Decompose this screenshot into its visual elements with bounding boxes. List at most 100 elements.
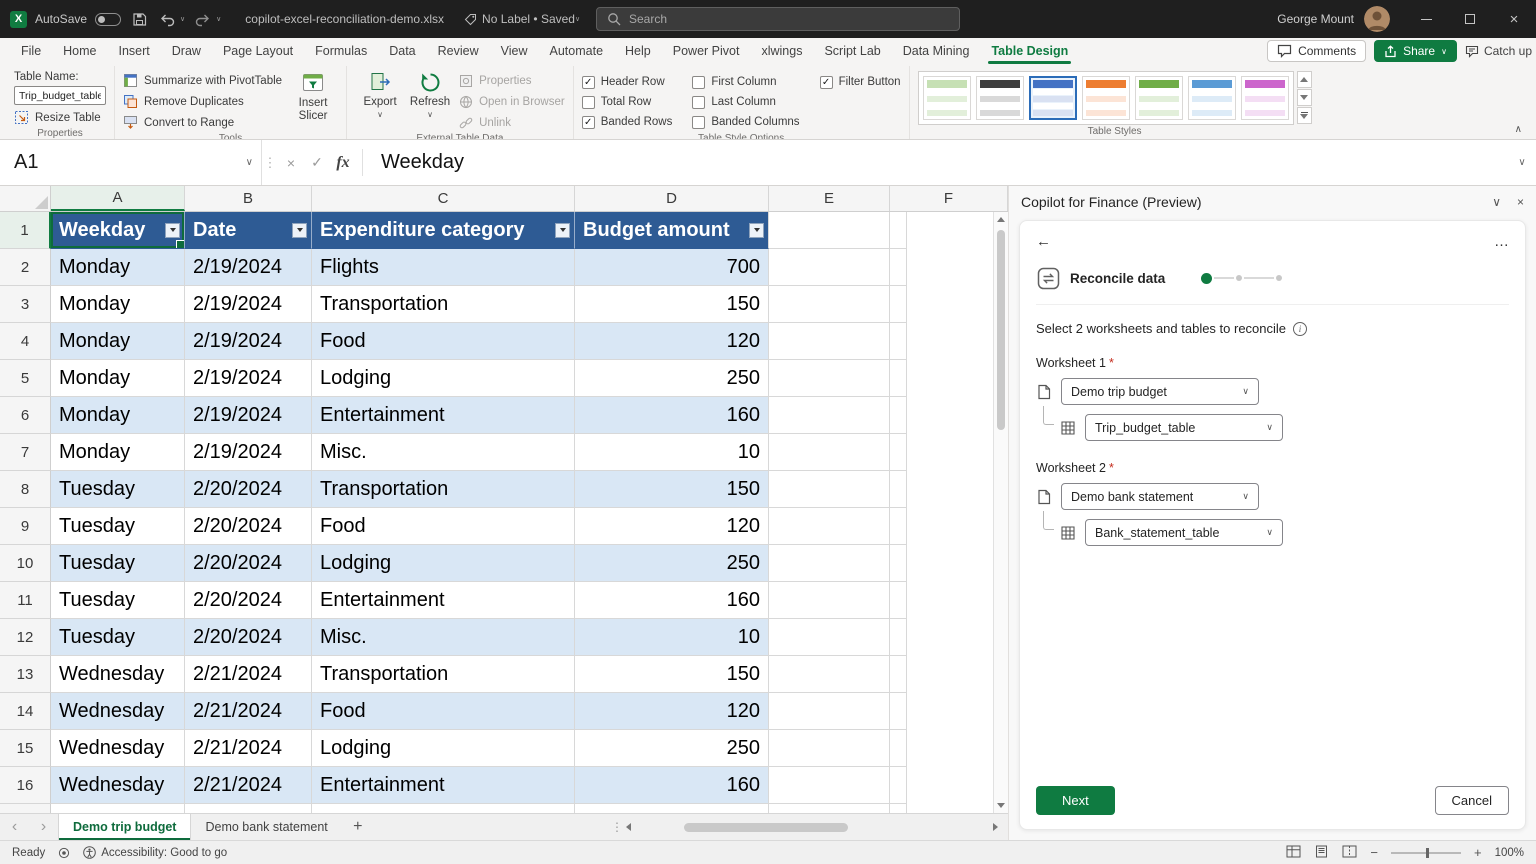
sheet-tab-demo-bank-statement[interactable]: Demo bank statement	[191, 814, 341, 840]
cell-E15[interactable]	[769, 730, 890, 767]
cell-E17[interactable]	[769, 804, 890, 813]
filter-button-date[interactable]	[292, 223, 307, 238]
ribbon-tab-table-design[interactable]: Table Design	[980, 38, 1079, 64]
cell-C3[interactable]: Transportation	[312, 286, 575, 323]
cell-D14[interactable]: 120	[575, 693, 769, 730]
cell-D16[interactable]: 160	[575, 767, 769, 804]
cell-A11[interactable]: Tuesday	[51, 582, 185, 619]
cell-B14[interactable]: 2/21/2024	[185, 693, 312, 730]
column-header-E[interactable]: E	[769, 186, 890, 211]
cell-A5[interactable]: Monday	[51, 360, 185, 397]
cell-B6[interactable]: 2/19/2024	[185, 397, 312, 434]
cell-B3[interactable]: 2/19/2024	[185, 286, 312, 323]
restore-button[interactable]	[1448, 0, 1492, 38]
cell-B13[interactable]: 2/21/2024	[185, 656, 312, 693]
info-icon[interactable]: i	[1293, 322, 1307, 336]
cell-A2[interactable]: Monday	[51, 249, 185, 286]
filter-button-budget-amount[interactable]	[749, 223, 764, 238]
cell-A4[interactable]: Monday	[51, 323, 185, 360]
catch-up-button[interactable]: Catch up	[1465, 44, 1532, 58]
vertical-scrollbar[interactable]	[993, 212, 1008, 813]
cell-D7[interactable]: 10	[575, 434, 769, 471]
cell-C6[interactable]: Entertainment	[312, 397, 575, 434]
cell-F1[interactable]	[890, 212, 907, 249]
ribbon-tab-data[interactable]: Data	[378, 38, 426, 64]
horizontal-scroll-track[interactable]	[634, 823, 990, 832]
cell-B9[interactable]: 2/20/2024	[185, 508, 312, 545]
redo-caret-icon[interactable]: ∨	[216, 15, 221, 23]
table-style-dark-gray[interactable]	[976, 76, 1024, 120]
style-option-banded-columns[interactable]: Banded Columns	[692, 112, 799, 132]
macro-record-icon[interactable]	[58, 847, 70, 859]
cell-A14[interactable]: Wednesday	[51, 693, 185, 730]
summarize-pivottable-button[interactable]: Summarize with PivotTable	[123, 71, 282, 90]
cell-F11[interactable]	[890, 582, 907, 619]
export-button[interactable]: Export ∨	[355, 68, 405, 132]
style-option-total-row[interactable]: Total Row	[582, 92, 673, 112]
cell-E3[interactable]	[769, 286, 890, 323]
cell-E12[interactable]	[769, 619, 890, 656]
undo-icon[interactable]	[157, 12, 177, 27]
table-header-weekday[interactable]: Weekday	[51, 212, 185, 249]
cell-B4[interactable]: 2/19/2024	[185, 323, 312, 360]
collapse-panel-icon[interactable]: ∨	[1492, 195, 1501, 209]
cell-E8[interactable]	[769, 471, 890, 508]
cell-F15[interactable]	[890, 730, 907, 767]
ribbon-tab-help[interactable]: Help	[614, 38, 662, 64]
convert-to-range-button[interactable]: Convert to Range	[123, 113, 282, 132]
table-style-light-blue[interactable]	[1188, 76, 1236, 120]
cell-F8[interactable]	[890, 471, 907, 508]
ribbon-tab-home[interactable]: Home	[52, 38, 107, 64]
remove-duplicates-button[interactable]: Remove Duplicates	[123, 92, 282, 111]
filter-button-weekday[interactable]	[165, 223, 180, 238]
search-input[interactable]: Search	[596, 7, 960, 31]
cell-E13[interactable]	[769, 656, 890, 693]
vertical-scroll-thumb[interactable]	[997, 230, 1005, 430]
cell-C8[interactable]: Transportation	[312, 471, 575, 508]
cell-B16[interactable]: 2/21/2024	[185, 767, 312, 804]
select-all-corner[interactable]	[0, 186, 51, 211]
column-header-F[interactable]: F	[890, 186, 1008, 211]
autosave-toggle[interactable]	[95, 13, 121, 26]
cell-E10[interactable]	[769, 545, 890, 582]
prev-sheet-button[interactable]: ‹	[0, 814, 29, 840]
table-header-expenditure-category[interactable]: Expenditure category	[312, 212, 575, 249]
style-option-filter-button[interactable]: ✓Filter Button	[820, 72, 901, 92]
table-header-date[interactable]: Date	[185, 212, 312, 249]
style-option-first-column[interactable]: First Column	[692, 72, 799, 92]
column-header-D[interactable]: D	[575, 186, 769, 211]
cell-C4[interactable]: Food	[312, 323, 575, 360]
resize-table-button[interactable]: Resize Table	[14, 108, 106, 127]
ribbon-tab-xlwings[interactable]: xlwings	[750, 38, 813, 64]
ribbon-tab-data-mining[interactable]: Data Mining	[892, 38, 981, 64]
table-header-budget-amount[interactable]: Budget amount	[575, 212, 769, 249]
table2-dropdown[interactable]: Bank_statement_table ∨	[1085, 519, 1283, 546]
cell-C2[interactable]: Flights	[312, 249, 575, 286]
column-header-B[interactable]: B	[185, 186, 312, 211]
cell-B2[interactable]: 2/19/2024	[185, 249, 312, 286]
cell-F12[interactable]	[890, 619, 907, 656]
row-header-8[interactable]: 8	[0, 471, 51, 508]
cell-D12[interactable]: 10	[575, 619, 769, 656]
insert-function-icon[interactable]: fx	[330, 140, 356, 185]
style-option-banded-rows[interactable]: ✓Banded Rows	[582, 112, 673, 132]
cell-D15[interactable]: 250	[575, 730, 769, 767]
cell-C7[interactable]: Misc.	[312, 434, 575, 471]
scroll-down-button[interactable]	[994, 798, 1008, 813]
cancel-button[interactable]: Cancel	[1435, 786, 1509, 815]
filter-button-expenditure-category[interactable]	[555, 223, 570, 238]
table-style-purple[interactable]	[1241, 76, 1289, 120]
cell-A3[interactable]: Monday	[51, 286, 185, 323]
cell-E5[interactable]	[769, 360, 890, 397]
cell-A12[interactable]: Tuesday	[51, 619, 185, 656]
normal-view-icon[interactable]	[1286, 845, 1301, 861]
cell-D9[interactable]: 120	[575, 508, 769, 545]
document-filename[interactable]: copilot-excel-reconciliation-demo.xlsx	[245, 12, 444, 26]
table-style-green[interactable]	[1135, 76, 1183, 120]
cell-A6[interactable]: Monday	[51, 397, 185, 434]
cell-D6[interactable]: 160	[575, 397, 769, 434]
zoom-slider[interactable]	[1391, 852, 1461, 854]
scroll-up-button[interactable]	[994, 212, 1008, 227]
cell-C11[interactable]: Entertainment	[312, 582, 575, 619]
zoom-level[interactable]: 100%	[1495, 847, 1524, 859]
